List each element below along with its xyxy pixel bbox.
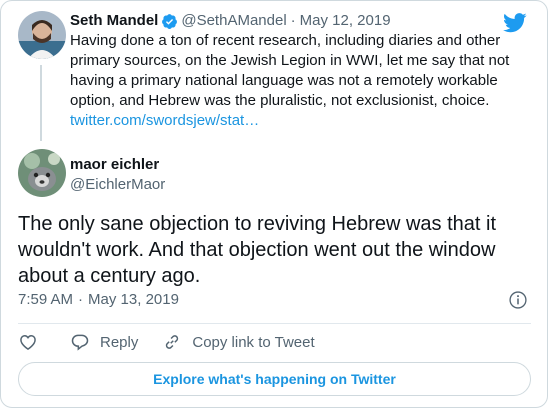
tweet-text-line: Having done a ton of recent research, in… [70,32,501,49]
reply-icon [71,334,89,351]
tweet-text-line: option, and Hebrew was the pluralistic, … [70,92,490,109]
main-tweet-text: The only sane objection to reviving Hebr… [18,211,518,289]
thread-connector-line [40,65,42,141]
separator: · [78,291,84,308]
tweet-text-line: primary sources, on the Jewish Legion in… [70,52,510,69]
tweet-text-line: The only sane objection to reviving Hebr… [18,213,497,235]
main-tweet-header: maor eichler @EichlerMaor [18,149,531,201]
tweet-text-line: about a century ago. [18,265,201,287]
author-name[interactable]: maor eichler [70,155,165,175]
avatar[interactable] [18,149,66,197]
tweet-date[interactable]: May 13, 2019 [88,291,179,308]
tweet-text-line: having a primary national language was n… [70,72,498,89]
reply-label[interactable]: Reply [100,334,138,351]
copy-link-button[interactable]: Copy link to Tweet [162,332,315,352]
tweet-actions: Reply Copy link to Tweet [18,331,315,353]
reply-button[interactable]: Reply [70,332,138,352]
info-icon[interactable] [508,290,528,310]
copy-link-label[interactable]: Copy link to Tweet [192,334,314,351]
explore-button[interactable]: Explore what's happening on Twitter [18,362,531,396]
twitter-bird-icon[interactable] [503,13,527,33]
verified-badge-icon [162,13,178,29]
author-name[interactable]: Seth Mandel [70,11,158,31]
author-handle[interactable]: @SethAMandel [181,11,286,31]
heart-icon [20,334,36,350]
tweet-link[interactable]: twitter.com/swordsjew/stat… [70,111,531,131]
parent-tweet-content: Seth Mandel @SethAMandel · May 12, 2019 … [70,11,531,131]
tweet-timestamp[interactable]: 7:59 AM · May 13, 2019 [18,291,179,308]
like-button[interactable] [18,332,38,352]
parent-tweet-text: Having done a ton of recent research, in… [70,31,531,131]
separator: · [290,12,296,29]
author-handle[interactable]: @EichlerMaor [70,175,165,195]
tweet-date[interactable]: May 12, 2019 [300,11,391,31]
tweet-embed-card: Seth Mandel @SethAMandel · May 12, 2019 … [0,0,548,408]
divider [18,323,531,324]
parent-tweet-header: Seth Mandel @SethAMandel · May 12, 2019 [70,11,531,31]
tweet-text-line: wouldn't work. And that objection went o… [18,239,496,261]
link-icon [166,335,179,349]
avatar[interactable] [18,11,66,59]
main-author-info: maor eichler @EichlerMaor [70,155,165,195]
tweet-time[interactable]: 7:59 AM [18,291,73,308]
